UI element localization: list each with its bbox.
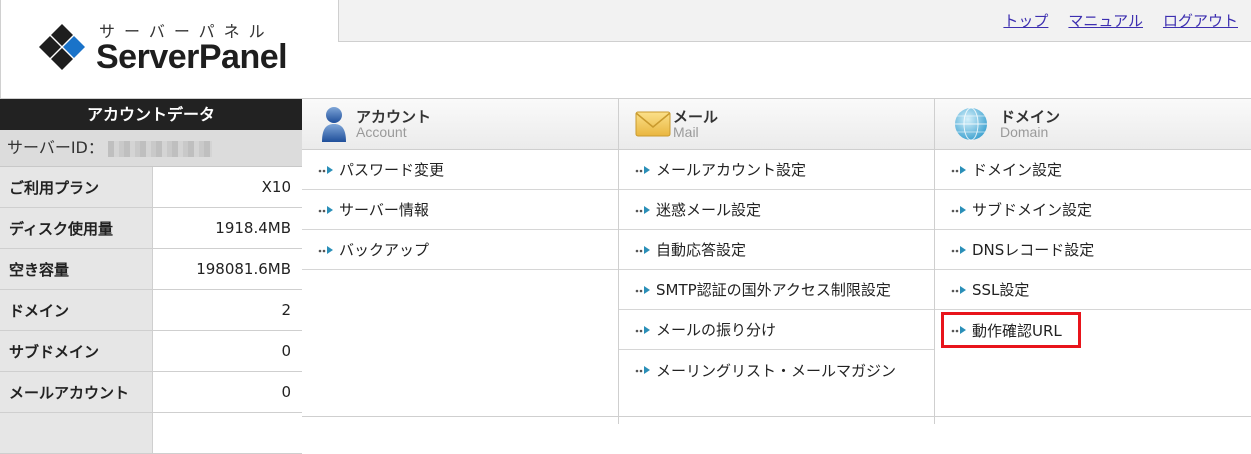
row-label: メールアカウント (0, 371, 153, 413)
menu-item-server-info[interactable]: サーバー情報 (302, 190, 618, 230)
row-label: サブドメイン (0, 330, 153, 372)
row-label: ディスク使用量 (0, 207, 153, 249)
menu-item-mailing-list[interactable]: メーリングリスト・メールマガジン (619, 350, 934, 390)
table-row: ご利用プラン X10 (0, 167, 302, 208)
account-data-title: アカウントデータ (0, 99, 302, 130)
row-value: 2 (152, 289, 302, 331)
column-subtitle: Domain (1000, 124, 1049, 140)
menu-item-backup[interactable]: バックアップ (302, 230, 618, 270)
row-value: 1918.4MB (152, 207, 302, 249)
row-value: 0 (152, 371, 302, 413)
menu-item-label: メールアカウント設定 (656, 161, 807, 179)
arrow-icon (951, 245, 966, 254)
arrow-icon (635, 205, 650, 214)
row-label (0, 412, 153, 454)
arrow-icon (318, 205, 333, 214)
menu-item-spam[interactable]: 迷惑メール設定 (619, 190, 934, 230)
domain-column-header: ドメイン Domain (935, 99, 1251, 150)
table-row: サブドメイン 0 (0, 330, 302, 372)
table-row (0, 412, 302, 454)
menu-item-mail-account[interactable]: メールアカウント設定 (619, 150, 934, 190)
highlight-box (941, 312, 1081, 348)
account-data-table: ご利用プラン X10 ディスク使用量 1918.4MB 空き容量 198081.6MB… (0, 167, 302, 454)
menu-item-ssl-settings[interactable]: SSL設定 (935, 270, 1251, 310)
account-menu-column: アカウント Account パスワード変更 サーバー情報 バックアップ (302, 99, 619, 424)
row-label: ドメイン (0, 289, 153, 331)
mail-menu: メールアカウント設定 迷惑メール設定 自動応答設定 SMTP認証の国外アクセス制… (619, 150, 934, 390)
menu-item-domain-settings[interactable]: ドメイン設定 (935, 150, 1251, 190)
logo[interactable]: サーバーパネル ServerPanel (0, 0, 339, 98)
column-bottom-divider (302, 416, 618, 417)
arrow-icon (635, 325, 650, 334)
account-menu: パスワード変更 サーバー情報 バックアップ (302, 150, 618, 270)
arrow-icon (318, 245, 333, 254)
menu-item-label: バックアップ (339, 241, 430, 259)
arrow-icon (318, 165, 333, 174)
logo-brand: ServerPanel (96, 38, 288, 76)
mail-menu-column: メール Mail メールアカウント設定 迷惑メール設定 自動応答設定 SMTP認… (619, 99, 935, 424)
mail-column-header: メール Mail (619, 99, 934, 150)
column-subtitle: Account (356, 124, 407, 140)
account-data-panel: アカウントデータ サーバーID： ご利用プラン X10 ディスク使用量 1918.4… (0, 99, 303, 454)
menu-item-label: SMTP認証の国外アクセス制限設定 (656, 281, 891, 299)
row-label: 空き容量 (0, 248, 153, 290)
globe-icon (955, 107, 987, 141)
arrow-icon (951, 205, 966, 214)
column-subtitle: Mail (673, 124, 699, 140)
menu-item-mail-filter[interactable]: メールの振り分け (619, 310, 934, 350)
row-value (152, 412, 302, 454)
table-row: ディスク使用量 1918.4MB (0, 207, 302, 249)
top-bar: トップ マニュアル ログアウト (338, 0, 1251, 42)
menu-item-label: サーバー情報 (339, 201, 429, 219)
menu-item-label: サブドメイン設定 (972, 201, 1093, 219)
menu-item-subdomain-settings[interactable]: サブドメイン設定 (935, 190, 1251, 230)
server-id-row: サーバーID： (0, 130, 302, 167)
column-bottom-divider (935, 416, 1251, 417)
account-icon (322, 107, 346, 142)
menu-item-password-change[interactable]: パスワード変更 (302, 150, 618, 190)
serverpanel-logo-icon (39, 24, 85, 70)
arrow-icon (635, 285, 650, 294)
arrow-icon (635, 366, 650, 374)
menu-item-dns-records[interactable]: DNSレコード設定 (935, 230, 1251, 270)
server-id-masked (107, 140, 212, 157)
top-link[interactable]: トップ (1003, 10, 1048, 31)
arrow-icon (635, 165, 650, 174)
column-bottom-divider (619, 416, 934, 417)
menu-item-label: 迷惑メール設定 (656, 201, 762, 219)
menu-item-label: ドメイン設定 (972, 161, 1063, 179)
manual-link[interactable]: マニュアル (1068, 10, 1143, 31)
arrow-icon (635, 245, 650, 254)
row-value: 198081.6MB (152, 248, 302, 290)
row-value: 0 (152, 330, 302, 372)
menu-item-label: DNSレコード設定 (972, 241, 1095, 259)
table-row: 空き容量 198081.6MB (0, 248, 302, 290)
account-column-header: アカウント Account (302, 99, 618, 150)
menu-item-label: メーリングリスト・メールマガジン (656, 361, 897, 380)
row-value: X10 (152, 167, 302, 208)
server-id-label: サーバーID： (7, 138, 104, 157)
table-row: メールアカウント 0 (0, 371, 302, 413)
menu-item-label: メールの振り分け (656, 321, 777, 339)
menu-item-auto-reply[interactable]: 自動応答設定 (619, 230, 934, 270)
domain-menu-column: ドメイン Domain ドメイン設定 サブドメイン設定 DNSレコード設定 SS… (935, 99, 1251, 424)
arrow-icon (951, 165, 966, 174)
logout-link[interactable]: ログアウト (1163, 10, 1238, 31)
top-links: トップ マニュアル ログアウト (1003, 10, 1238, 31)
row-label: ご利用プラン (0, 167, 153, 208)
table-row: ドメイン 2 (0, 289, 302, 331)
menu-item-label: 自動応答設定 (656, 241, 747, 259)
menu-item-label: パスワード変更 (339, 161, 445, 179)
arrow-icon (951, 285, 966, 294)
mail-icon (635, 111, 671, 137)
menu-item-label: SSL設定 (972, 281, 1030, 299)
menu-item-smtp-restriction[interactable]: SMTP認証の国外アクセス制限設定 (619, 270, 934, 310)
